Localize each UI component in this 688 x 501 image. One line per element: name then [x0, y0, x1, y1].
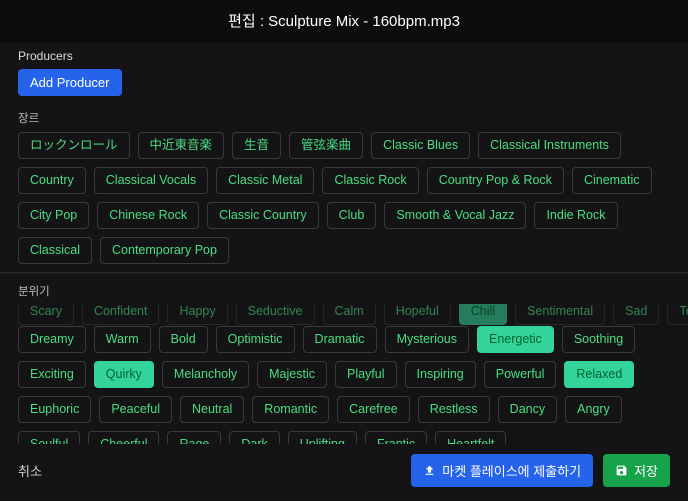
mood-tags-cutoff: Scary Confident Happy Seductive Calm Hopeful C… [18, 305, 670, 326]
mood-tags: Dreamy Warm Bold Optimistic Dramatic Mysterio… [18, 326, 670, 444]
genre-tag[interactable]: ロックンロール [18, 132, 130, 159]
mood-tag[interactable]: Uplifting [288, 431, 357, 444]
mood-tag[interactable]: Happy [167, 304, 227, 325]
genre-tag[interactable]: Contemporary Pop [100, 237, 229, 264]
mood-tag[interactable]: Angry [565, 396, 622, 423]
submit-label: 마켓 플레이스에 제출하기 [442, 461, 581, 480]
mood-tag[interactable]: Frantic [365, 431, 427, 444]
dialog-title: 편집 : Sculpture Mix - 160bpm.mp3 [0, 0, 688, 43]
section-divider [0, 272, 688, 275]
mood-tag[interactable]: Soothing [562, 326, 635, 353]
mood-tag[interactable]: Dark [229, 431, 279, 444]
mood-tag[interactable]: Sentimental [515, 304, 605, 325]
mood-tag[interactable]: Scary [18, 304, 74, 325]
genre-tag[interactable]: Classic Rock [322, 167, 418, 194]
genre-tag[interactable]: Classic Metal [216, 167, 314, 194]
mood-tag[interactable]: Calm [323, 304, 376, 325]
mood-tag[interactable]: Mysterious [385, 326, 469, 353]
genre-tag[interactable]: City Pop [18, 202, 89, 229]
genre-tag[interactable]: 生音 [232, 132, 281, 159]
mood-tag[interactable]: Warm [94, 326, 151, 353]
mood-tag[interactable]: Playful [335, 361, 397, 388]
genre-tag[interactable]: Country Pop & Rock [427, 167, 564, 194]
genre-tag[interactable]: Chinese Rock [97, 202, 199, 229]
mood-tag[interactable]: Bold [159, 326, 208, 353]
submit-marketplace-button[interactable]: 마켓 플레이스에 제출하기 [411, 454, 593, 487]
add-producer-button[interactable]: Add Producer [18, 69, 122, 96]
dialog-content: Producers Add Producer 장르 ロックンロール中近東音楽生音… [0, 43, 688, 444]
mood-tag[interactable]: Confident [82, 304, 160, 325]
genre-label: 장르 [18, 110, 670, 126]
mood-tag[interactable]: Melancholy [162, 361, 249, 388]
mood-tag[interactable]: Inspiring [405, 361, 476, 388]
producers-label: Producers [18, 49, 670, 63]
mood-tag[interactable]: Peaceful [99, 396, 172, 423]
mood-tag[interactable]: Restless [418, 396, 490, 423]
upload-icon [423, 464, 436, 477]
genre-tag[interactable]: 管弦楽曲 [289, 132, 363, 159]
dialog-footer: 취소 마켓 플레이스에 제출하기 저장 [0, 444, 688, 501]
mood-tag[interactable]: Tense [667, 304, 688, 325]
cancel-button[interactable]: 취소 [18, 461, 42, 480]
mood-tag[interactable]: Dancy [498, 396, 557, 423]
mood-tag[interactable]: Heartfelt [435, 431, 506, 444]
save-label: 저장 [634, 461, 658, 480]
mood-tag[interactable]: Quirky [94, 361, 154, 388]
mood-tag[interactable]: Carefree [337, 396, 410, 423]
genre-tag[interactable]: Classic Blues [371, 132, 470, 159]
mood-tag[interactable]: Hopeful [384, 304, 451, 325]
mood-tag[interactable]: Neutral [180, 396, 244, 423]
genre-tag[interactable]: Classical Instruments [478, 132, 621, 159]
genre-tags: ロックンロール中近東音楽生音管弦楽曲 Classic Blues Classical… [18, 132, 670, 264]
genre-tag[interactable]: Classic Country [207, 202, 319, 229]
genre-tag[interactable]: Country [18, 167, 86, 194]
mood-tag[interactable]: Euphoric [18, 396, 91, 423]
mood-tag[interactable]: Dreamy [18, 326, 86, 353]
mood-tag[interactable]: Rage [167, 431, 221, 444]
mood-tag[interactable]: Energetic [477, 326, 554, 353]
mood-tag[interactable]: Relaxed [564, 361, 634, 388]
mood-tag[interactable]: Powerful [484, 361, 557, 388]
mood-tag[interactable]: Seductive [236, 304, 315, 325]
genre-tag[interactable]: Classical Vocals [94, 167, 208, 194]
genre-tag[interactable]: Classical [18, 237, 92, 264]
mood-tag[interactable]: Romantic [252, 396, 329, 423]
genre-tag[interactable]: Cinematic [572, 167, 652, 194]
genre-tag[interactable]: Club [327, 202, 377, 229]
mood-label: 분위기 [18, 283, 670, 299]
genre-tag[interactable]: Smooth & Vocal Jazz [384, 202, 526, 229]
mood-tag[interactable]: Exciting [18, 361, 86, 388]
mood-tag[interactable]: Dramatic [303, 326, 377, 353]
genre-tag[interactable]: Indie Rock [534, 202, 617, 229]
mood-tag[interactable]: Majestic [257, 361, 327, 388]
mood-tag[interactable]: Chill [459, 304, 507, 325]
mood-tag[interactable]: Soulful [18, 431, 80, 444]
save-button[interactable]: 저장 [603, 454, 670, 487]
mood-tag[interactable]: Sad [613, 304, 659, 325]
mood-tag[interactable]: Optimistic [216, 326, 295, 353]
mood-tag[interactable]: Cheerful [88, 431, 159, 444]
genre-tag[interactable]: 中近東音楽 [138, 132, 225, 159]
save-icon [615, 464, 628, 477]
